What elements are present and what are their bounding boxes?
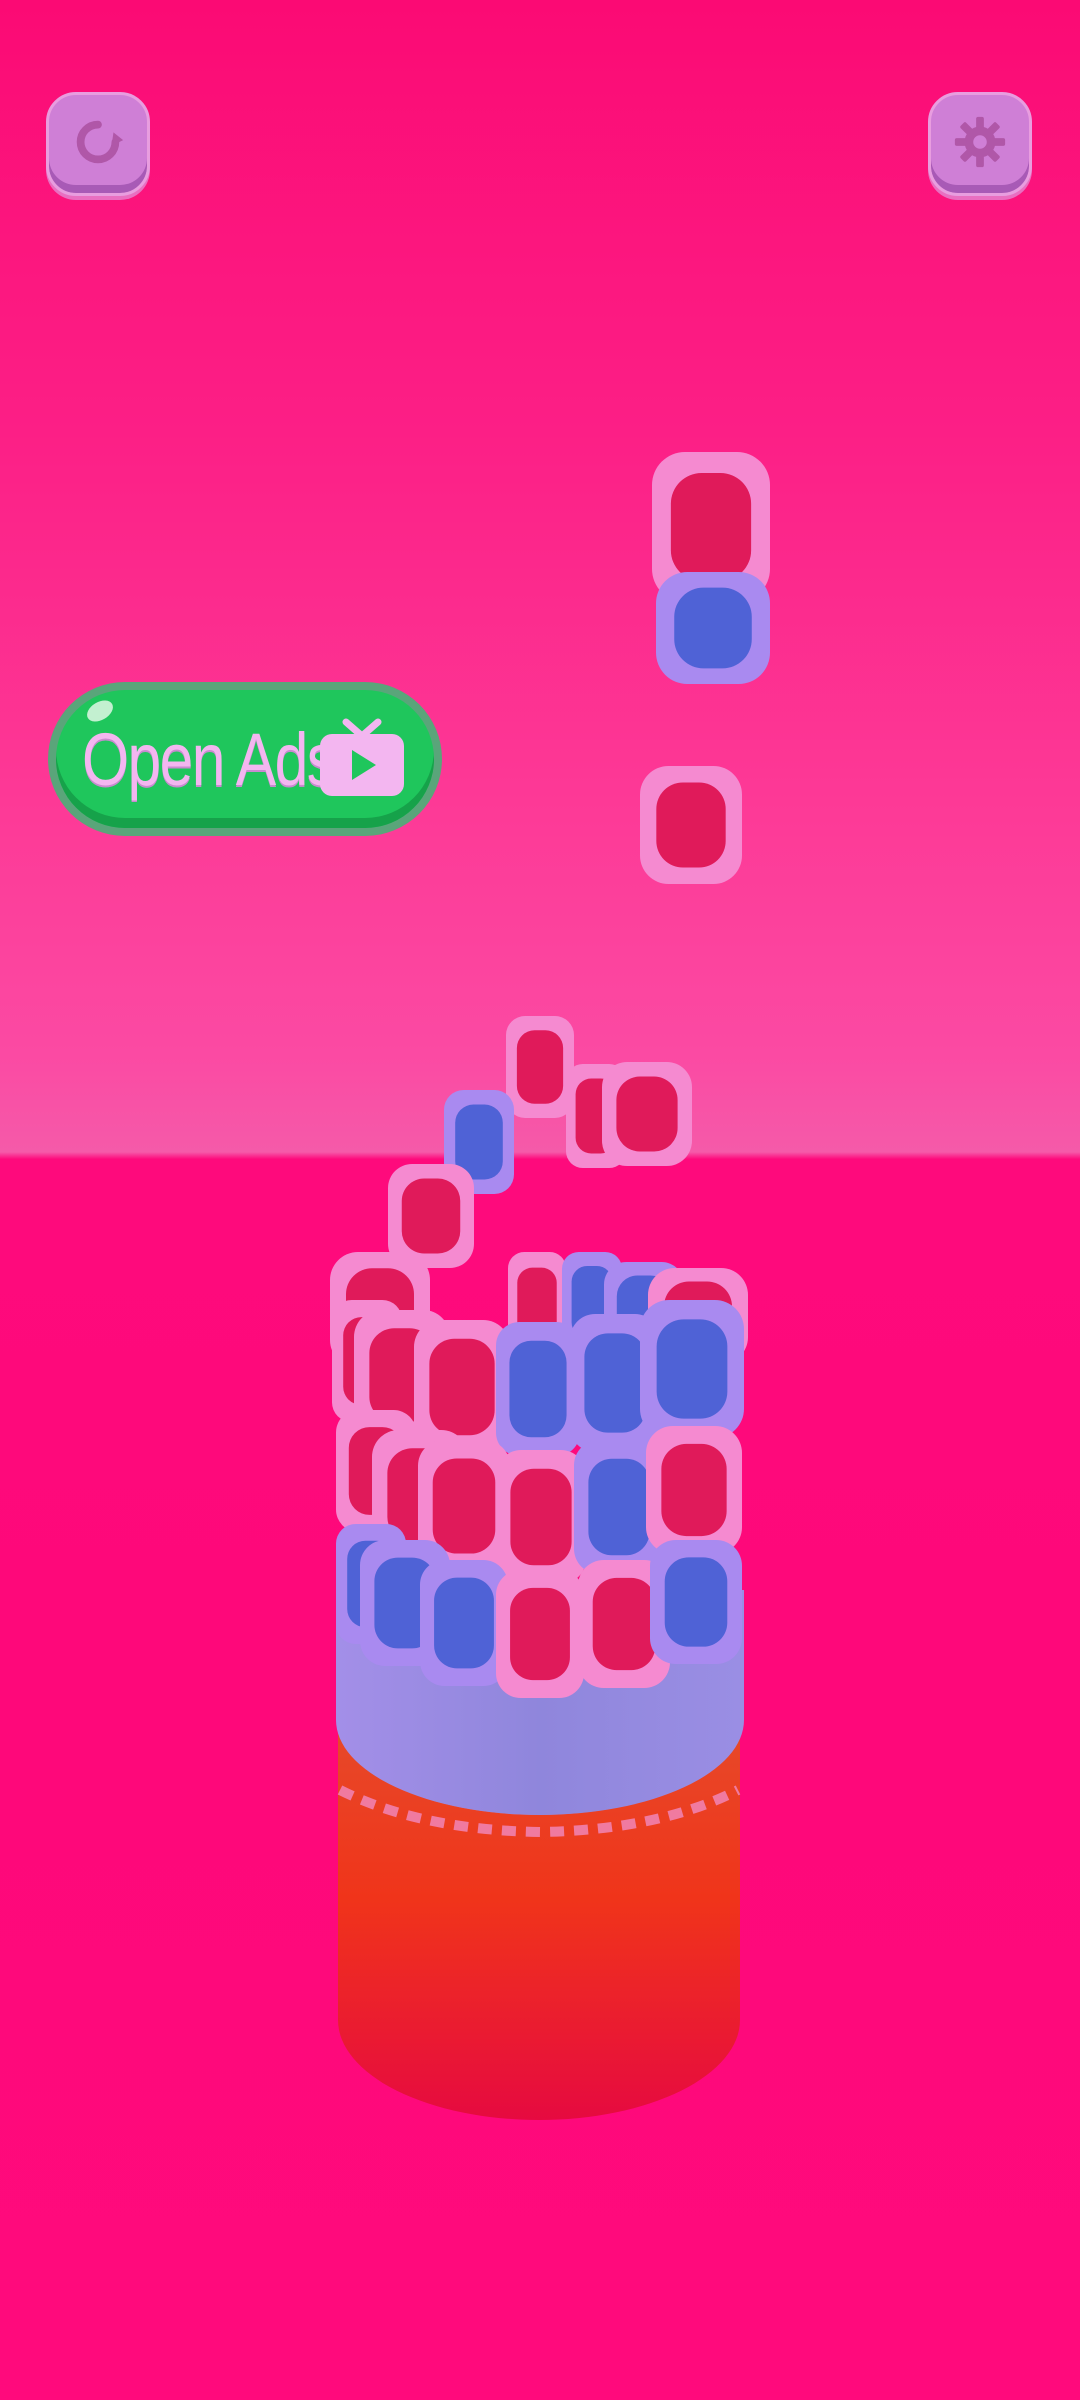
blue-cube[interactable] <box>640 1300 744 1438</box>
red-cube[interactable] <box>640 766 742 884</box>
blue-cube[interactable] <box>420 1560 508 1686</box>
blue-cube[interactable] <box>650 1540 742 1664</box>
cube-stack[interactable] <box>330 452 770 1698</box>
red-cube[interactable] <box>602 1062 692 1166</box>
red-cube[interactable] <box>496 1450 586 1584</box>
blue-cube[interactable] <box>496 1322 580 1456</box>
red-cube[interactable] <box>646 1426 742 1554</box>
blue-cube[interactable] <box>656 572 770 684</box>
game-scene[interactable]: Open Ads <box>0 0 1080 2400</box>
red-cube[interactable] <box>506 1016 574 1118</box>
tower-scene[interactable] <box>0 0 1080 2400</box>
red-cube[interactable] <box>496 1570 584 1698</box>
